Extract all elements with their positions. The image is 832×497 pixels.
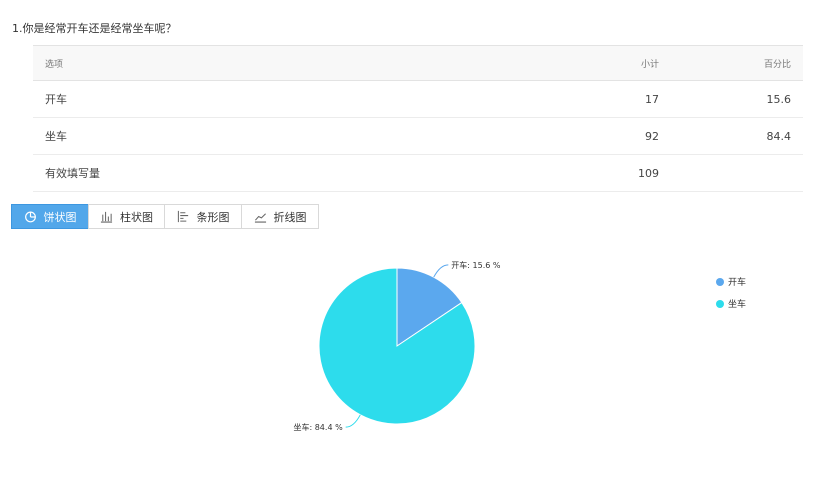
chart-type-tabs: 饼状图 柱状图 条形图 折线图 xyxy=(11,204,319,229)
tab-horizontal-bar-chart[interactable]: 条形图 xyxy=(164,204,242,229)
table-header-row: 选项 小计 百分比 xyxy=(33,45,803,81)
label-connector xyxy=(345,414,361,428)
legend-swatch xyxy=(716,277,724,286)
tab-pie-chart[interactable]: 饼状图 xyxy=(11,204,89,229)
row-option: 有效填写量 xyxy=(33,154,477,192)
pie-chart-icon xyxy=(24,211,36,223)
legend-item[interactable]: 坐车 xyxy=(716,298,747,310)
slice-data-label: 坐车: 84.4 % xyxy=(293,422,343,432)
column-header-count: 小计 xyxy=(477,45,671,81)
row-percent: 15.6 xyxy=(671,80,803,118)
pie-chart: 开车: 15.6 % 坐车: 84.4 % xyxy=(293,260,501,432)
row-count: 92 xyxy=(477,117,671,155)
legend-label: 开车 xyxy=(728,278,747,288)
row-count: 109 xyxy=(477,154,671,192)
row-percent: 84.4 xyxy=(671,117,803,155)
table-row: 开车 17 15.6 xyxy=(33,80,803,118)
row-option: 坐车 xyxy=(33,117,477,155)
tab-label: 条形图 xyxy=(196,210,230,224)
legend-swatch xyxy=(716,299,724,308)
horizontal-bar-chart-icon xyxy=(177,210,188,223)
row-count: 17 xyxy=(477,80,671,118)
table-row: 坐车 92 84.4 xyxy=(33,117,803,155)
table-row-total: 有效填写量 109 xyxy=(33,154,803,192)
tab-label: 折线图 xyxy=(273,210,307,224)
column-header-percent: 百分比 xyxy=(671,45,803,81)
results-table: 选项 小计 百分比 开车 17 15.6 坐车 92 84.4 有效填写量 10… xyxy=(33,45,803,192)
tab-bar-chart[interactable]: 柱状图 xyxy=(88,204,165,229)
tab-line-chart[interactable]: 折线图 xyxy=(241,204,319,229)
tab-label: 饼状图 xyxy=(43,210,77,224)
row-option: 开车 xyxy=(33,80,477,118)
legend-item[interactable]: 开车 xyxy=(716,276,747,288)
column-header-option: 选项 xyxy=(33,45,477,81)
label-connector xyxy=(433,264,449,278)
legend-label: 坐车 xyxy=(728,300,747,310)
row-percent xyxy=(671,154,803,192)
tab-label: 柱状图 xyxy=(120,210,153,224)
bar-chart-icon xyxy=(100,211,113,223)
question-title: 1.你是经常开车还是经常坐车呢？ xyxy=(12,22,177,35)
slice-data-label: 开车: 15.6 % xyxy=(451,260,501,270)
chart-legend: 开车 坐车 xyxy=(716,276,746,320)
line-chart-icon xyxy=(254,213,266,223)
